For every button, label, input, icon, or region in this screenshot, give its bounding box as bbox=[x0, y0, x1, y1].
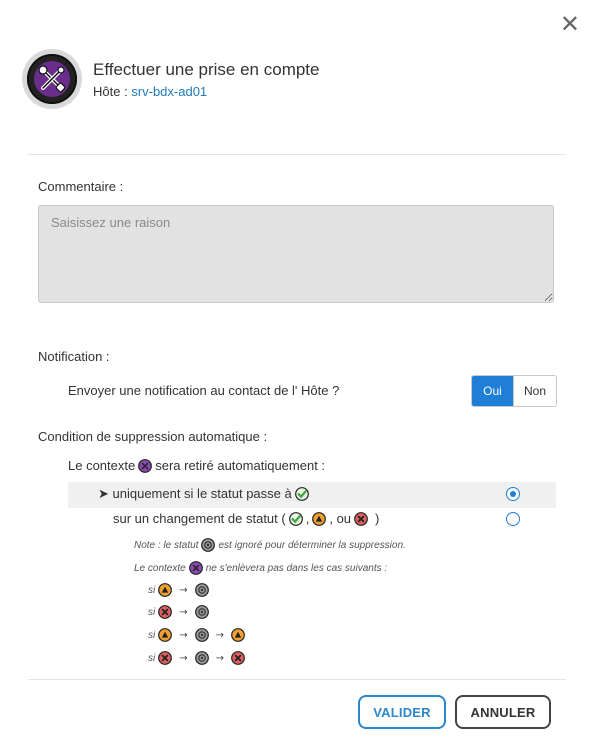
note-unknown-ignored: Note : le statut est ignoré pour détermi… bbox=[134, 538, 406, 552]
option2-sep1: , bbox=[305, 511, 310, 526]
case-warning-unknown: si → bbox=[148, 583, 212, 597]
dialog-header: Effectuer une prise en compte Hôte : srv… bbox=[22, 49, 320, 109]
close-icon[interactable]: ✕ bbox=[560, 12, 580, 36]
dialog-title: Effectuer une prise en compte bbox=[93, 59, 320, 79]
unknown-status-icon bbox=[195, 583, 209, 597]
note1-suffix: est ignoré pour déterminer la suppressio… bbox=[218, 539, 406, 551]
unknown-status-icon bbox=[195, 628, 209, 642]
case-warning-unknown-warning: si → → bbox=[148, 628, 248, 642]
host-name-link[interactable]: srv-bdx-ad01 bbox=[131, 84, 207, 99]
note2-prefix: Le contexte bbox=[134, 562, 186, 574]
case-critical-unknown: si → bbox=[148, 605, 212, 619]
host-label: Hôte : bbox=[93, 83, 132, 99]
critical-status-icon bbox=[354, 512, 368, 526]
context-icon bbox=[138, 459, 152, 473]
critical-status-icon bbox=[231, 651, 245, 665]
warning-status-icon bbox=[231, 628, 245, 642]
arrow-icon: → bbox=[215, 652, 225, 664]
case-prefix: si bbox=[148, 606, 156, 618]
warning-status-icon bbox=[158, 583, 172, 597]
notification-yes-button[interactable]: Oui bbox=[472, 376, 513, 406]
comment-label: Commentaire : bbox=[38, 179, 124, 194]
option1-text: ➤ uniquement si le statut passe à bbox=[98, 486, 292, 501]
footer-divider bbox=[28, 679, 566, 680]
option2-prefix: sur un changement de statut ( bbox=[113, 511, 286, 526]
note-context-cases: Le contexte ne s'enlèvera pas dans les c… bbox=[134, 561, 387, 575]
notification-label: Notification : bbox=[38, 349, 110, 364]
critical-status-icon bbox=[158, 605, 172, 619]
option-status-ok-radio[interactable] bbox=[506, 487, 520, 501]
notification-toggle[interactable]: Oui Non bbox=[471, 375, 557, 407]
cancel-button[interactable]: ANNULER bbox=[455, 695, 551, 729]
option-status-change-row[interactable]: sur un changement de statut ( , , ou ) bbox=[68, 506, 556, 532]
auto-removal-label: Condition de suppression automatique : bbox=[38, 429, 268, 444]
note2-suffix: ne s'enlèvera pas dans les cas suivants … bbox=[205, 562, 388, 574]
option-status-change-radio[interactable] bbox=[506, 512, 520, 526]
arrow-icon: → bbox=[215, 629, 225, 641]
context-prefix: Le contexte bbox=[68, 458, 136, 473]
option2-sep2: , ou bbox=[329, 511, 352, 526]
arrow-icon: → bbox=[179, 652, 188, 664]
header-divider bbox=[28, 154, 566, 155]
case-prefix: si bbox=[148, 652, 156, 664]
notification-no-button[interactable]: Non bbox=[513, 376, 556, 406]
critical-status-icon bbox=[158, 651, 172, 665]
tools-icon bbox=[34, 61, 70, 97]
unknown-status-icon bbox=[201, 538, 215, 552]
context-line: Le contexte sera retiré automatiquement … bbox=[68, 458, 325, 473]
comment-textarea[interactable] bbox=[38, 205, 554, 303]
arrow-icon: → bbox=[179, 606, 188, 618]
option-status-change-label: sur un changement de statut ( , , ou ) bbox=[113, 511, 379, 526]
acknowledge-logo bbox=[22, 49, 82, 109]
unknown-status-icon bbox=[195, 651, 209, 665]
case-prefix: si bbox=[148, 584, 156, 596]
context-icon bbox=[189, 561, 203, 575]
ok-status-icon bbox=[295, 487, 309, 501]
arrow-icon: → bbox=[179, 584, 188, 596]
note1-prefix: Note : le statut bbox=[134, 539, 199, 551]
context-suffix: sera retiré automatiquement : bbox=[155, 458, 326, 473]
option2-suffix: ) bbox=[375, 511, 380, 526]
notification-question: Envoyer une notification au contact de l… bbox=[68, 383, 340, 398]
warning-status-icon bbox=[158, 628, 172, 642]
arrow-icon: → bbox=[179, 629, 188, 641]
ok-status-icon bbox=[289, 512, 303, 526]
case-prefix: si bbox=[148, 629, 156, 641]
warning-status-icon bbox=[312, 512, 326, 526]
option-status-ok-label: ➤ uniquement si le statut passe à bbox=[98, 486, 312, 502]
host-line: Hôte : srv-bdx-ad01 bbox=[93, 84, 320, 99]
option-status-ok-row[interactable]: ➤ uniquement si le statut passe à bbox=[68, 482, 556, 508]
case-critical-unknown-critical: si → → bbox=[148, 651, 248, 665]
validate-button[interactable]: VALIDER bbox=[358, 695, 446, 729]
unknown-status-icon bbox=[195, 605, 209, 619]
